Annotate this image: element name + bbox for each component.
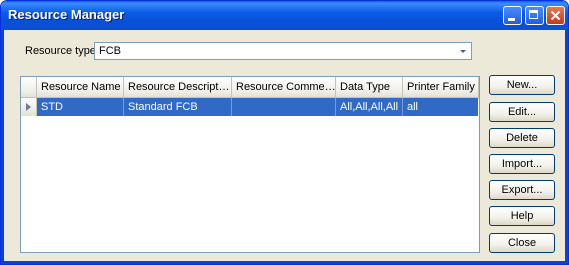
chevron-down-icon[interactable] — [460, 50, 466, 53]
window-title: Resource Manager — [8, 7, 125, 22]
window-border-bottom — [1, 261, 568, 264]
table-row[interactable]: STD Standard FCB All,All,All,All all — [21, 98, 479, 116]
resource-type-label: Resource type: — [25, 45, 99, 57]
delete-button[interactable]: Delete — [489, 128, 555, 148]
column-header-data-type[interactable]: Data Type — [336, 77, 403, 97]
cell-resource-name[interactable]: STD — [37, 98, 124, 116]
resources-table[interactable]: Resource Name Resource Descript… Resourc… — [20, 76, 480, 253]
row-header-corner — [21, 77, 37, 97]
maximize-icon — [529, 10, 538, 19]
help-button[interactable]: Help — [489, 206, 555, 226]
edit-button[interactable]: Edit... — [489, 102, 555, 122]
resource-type-value: FCB — [99, 45, 121, 57]
cell-printer-family[interactable]: all — [403, 98, 478, 116]
new-button[interactable]: New... — [489, 75, 555, 95]
maximize-button[interactable] — [525, 6, 544, 25]
window-border-left — [1, 30, 4, 264]
column-header-printer-family[interactable]: Printer Family — [403, 77, 479, 97]
cell-data-type[interactable]: All,All,All,All — [336, 98, 403, 116]
close-icon — [550, 10, 561, 21]
import-button[interactable]: Import... — [489, 154, 555, 174]
resource-type-dropdown[interactable]: FCB — [94, 42, 472, 60]
export-button[interactable]: Export... — [489, 180, 555, 200]
row-selector[interactable] — [21, 98, 37, 116]
column-header-resource-name[interactable]: Resource Name — [37, 77, 124, 97]
title-bar[interactable]: Resource Manager — [1, 1, 568, 30]
minimize-icon — [508, 18, 515, 21]
table-header: Resource Name Resource Descript… Resourc… — [21, 77, 479, 98]
close-window-button[interactable] — [546, 6, 565, 25]
cell-resource-description[interactable]: Standard FCB — [124, 98, 232, 116]
cell-resource-comment[interactable] — [232, 98, 336, 116]
window-border-right — [565, 30, 568, 264]
column-header-resource-comment[interactable]: Resource Comme… — [232, 77, 336, 97]
current-row-arrow-icon — [26, 103, 31, 111]
resource-manager-window: Resource Manager Resource type: FCB Reso… — [0, 0, 569, 265]
column-header-resource-description[interactable]: Resource Descript… — [124, 77, 232, 97]
minimize-button[interactable] — [503, 6, 522, 25]
close-button[interactable]: Close — [489, 233, 555, 253]
